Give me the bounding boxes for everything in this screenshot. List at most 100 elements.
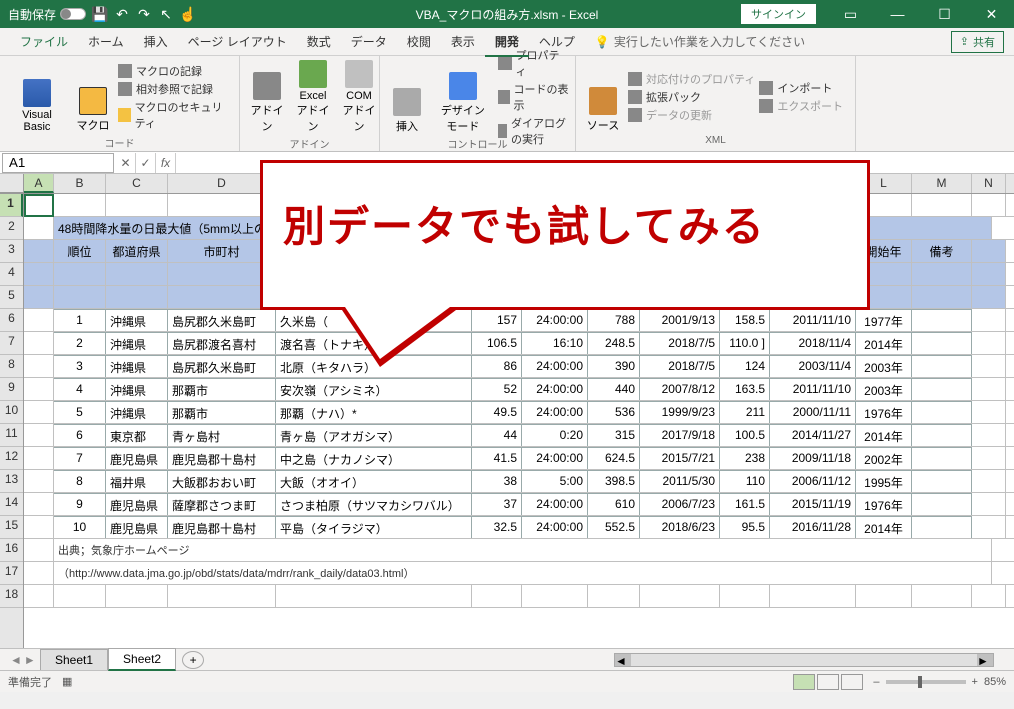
cell[interactable] xyxy=(770,585,856,607)
cell[interactable]: 那覇（ナハ）* xyxy=(276,401,472,423)
row-header[interactable]: 8 xyxy=(0,355,23,378)
cell[interactable] xyxy=(912,355,972,377)
cell[interactable]: 2011/11/10 xyxy=(770,378,856,400)
row-header[interactable]: 3 xyxy=(0,240,23,263)
cell[interactable]: さつま柏原（サツマカシワバル） xyxy=(276,493,472,515)
cell[interactable] xyxy=(24,493,54,515)
cell[interactable] xyxy=(24,516,54,538)
cell[interactable]: 552.5 xyxy=(588,516,640,538)
cell[interactable]: 1995年 xyxy=(856,470,912,492)
row-header[interactable]: 10 xyxy=(0,401,23,424)
cell[interactable]: 2016/11/28 xyxy=(770,516,856,538)
undo-icon[interactable]: ↶ xyxy=(114,6,130,22)
cell[interactable]: 2003年 xyxy=(856,378,912,400)
col-header[interactable]: A xyxy=(24,174,54,193)
cell[interactable] xyxy=(912,332,972,354)
refresh-data-button[interactable]: データの更新 xyxy=(628,107,755,123)
add-sheet-button[interactable]: + xyxy=(182,651,204,669)
cell[interactable] xyxy=(972,263,1006,285)
cell[interactable] xyxy=(972,447,1006,469)
cell[interactable] xyxy=(522,585,588,607)
autosave-toggle[interactable]: 自動保存 xyxy=(8,6,86,23)
cell[interactable] xyxy=(24,309,54,331)
cell[interactable]: 440 xyxy=(588,378,640,400)
export-button[interactable]: エクスポート xyxy=(759,98,843,114)
cell[interactable]: 2 xyxy=(54,332,106,354)
cell[interactable] xyxy=(54,286,106,308)
cell[interactable]: 7 xyxy=(54,447,106,469)
import-button[interactable]: インポート xyxy=(759,80,843,96)
cell[interactable]: 鹿児島郡十島村 xyxy=(168,516,276,538)
xml-source-button[interactable]: ソース xyxy=(582,58,624,135)
cell[interactable] xyxy=(972,286,1006,308)
name-box[interactable] xyxy=(2,153,114,173)
cell[interactable] xyxy=(972,240,1006,262)
cell[interactable]: 沖縄県 xyxy=(106,332,168,354)
cell[interactable]: 32.5 xyxy=(472,516,522,538)
select-all-corner[interactable] xyxy=(0,174,24,193)
cell[interactable]: 536 xyxy=(588,401,640,423)
zoom-level[interactable]: 85% xyxy=(984,676,1006,688)
view-code-button[interactable]: コードの表示 xyxy=(498,81,569,113)
col-header[interactable]: C xyxy=(106,174,168,193)
cell[interactable]: 沖縄県 xyxy=(106,378,168,400)
expansion-pack-button[interactable]: 拡張パック xyxy=(628,89,755,105)
cell[interactable] xyxy=(972,401,1006,423)
cell[interactable] xyxy=(54,194,106,216)
macro-security-button[interactable]: マクロのセキュリティ xyxy=(118,99,233,131)
cell[interactable]: 2015/11/19 xyxy=(770,493,856,515)
cell[interactable]: 都道府県 xyxy=(106,240,168,262)
redo-icon[interactable]: ↷ xyxy=(136,6,152,22)
row-header[interactable]: 5 xyxy=(0,286,23,309)
cell[interactable] xyxy=(972,309,1006,331)
cell[interactable] xyxy=(24,263,54,285)
cell[interactable]: 2000/11/11 xyxy=(770,401,856,423)
cell[interactable]: 624.5 xyxy=(588,447,640,469)
row-header[interactable]: 14 xyxy=(0,493,23,516)
sheet-tab-sheet1[interactable]: Sheet1 xyxy=(40,649,108,670)
cell[interactable] xyxy=(24,401,54,423)
cell[interactable]: 161.5 xyxy=(720,493,770,515)
row-header[interactable]: 7 xyxy=(0,332,23,355)
cell[interactable] xyxy=(54,585,106,607)
cursor-icon[interactable]: ↖ xyxy=(158,6,174,22)
macro-record-icon[interactable]: ▦ xyxy=(62,675,72,688)
row-header[interactable]: 4 xyxy=(0,263,23,286)
signin-button[interactable]: サインイン xyxy=(741,4,816,24)
tab-file[interactable]: ファイル xyxy=(10,29,78,54)
cell[interactable] xyxy=(912,194,972,216)
cell[interactable] xyxy=(24,424,54,446)
cell[interactable]: 鹿児島県 xyxy=(106,447,168,469)
cell[interactable] xyxy=(912,378,972,400)
tab-insert[interactable]: 挿入 xyxy=(134,29,178,54)
tell-me[interactable]: 💡 実行したい作業を入力してください xyxy=(595,33,805,50)
save-icon[interactable]: 💾 xyxy=(92,6,108,22)
zoom-out-button[interactable]: – xyxy=(873,676,879,688)
cell[interactable]: 2007/8/12 xyxy=(640,378,720,400)
cell[interactable]: 鹿児島県 xyxy=(106,516,168,538)
cell[interactable] xyxy=(912,447,972,469)
tab-layout[interactable]: ページ レイアウト xyxy=(178,29,297,54)
cell[interactable] xyxy=(972,332,1006,354)
cell[interactable]: 2006/7/23 xyxy=(640,493,720,515)
cell[interactable]: 24:00:00 xyxy=(522,447,588,469)
cell[interactable]: 95.5 xyxy=(720,516,770,538)
row-header[interactable]: 13 xyxy=(0,470,23,493)
cell[interactable]: 3 xyxy=(54,355,106,377)
cell[interactable] xyxy=(24,286,54,308)
cell[interactable]: 1976年 xyxy=(856,401,912,423)
row-header[interactable]: 16 xyxy=(0,539,23,562)
cell[interactable]: 大飯郡おおい町 xyxy=(168,470,276,492)
cell[interactable] xyxy=(720,585,770,607)
cell[interactable] xyxy=(912,516,972,538)
cell[interactable]: 38 xyxy=(472,470,522,492)
cell[interactable]: 110 xyxy=(720,470,770,492)
cell[interactable] xyxy=(972,194,1006,216)
col-header[interactable]: M xyxy=(912,174,972,193)
cell[interactable] xyxy=(106,286,168,308)
cell[interactable] xyxy=(106,194,168,216)
cell[interactable]: 沖縄県 xyxy=(106,309,168,331)
row-header[interactable]: 1 xyxy=(0,194,23,217)
cell[interactable] xyxy=(972,585,1006,607)
cell[interactable] xyxy=(912,401,972,423)
